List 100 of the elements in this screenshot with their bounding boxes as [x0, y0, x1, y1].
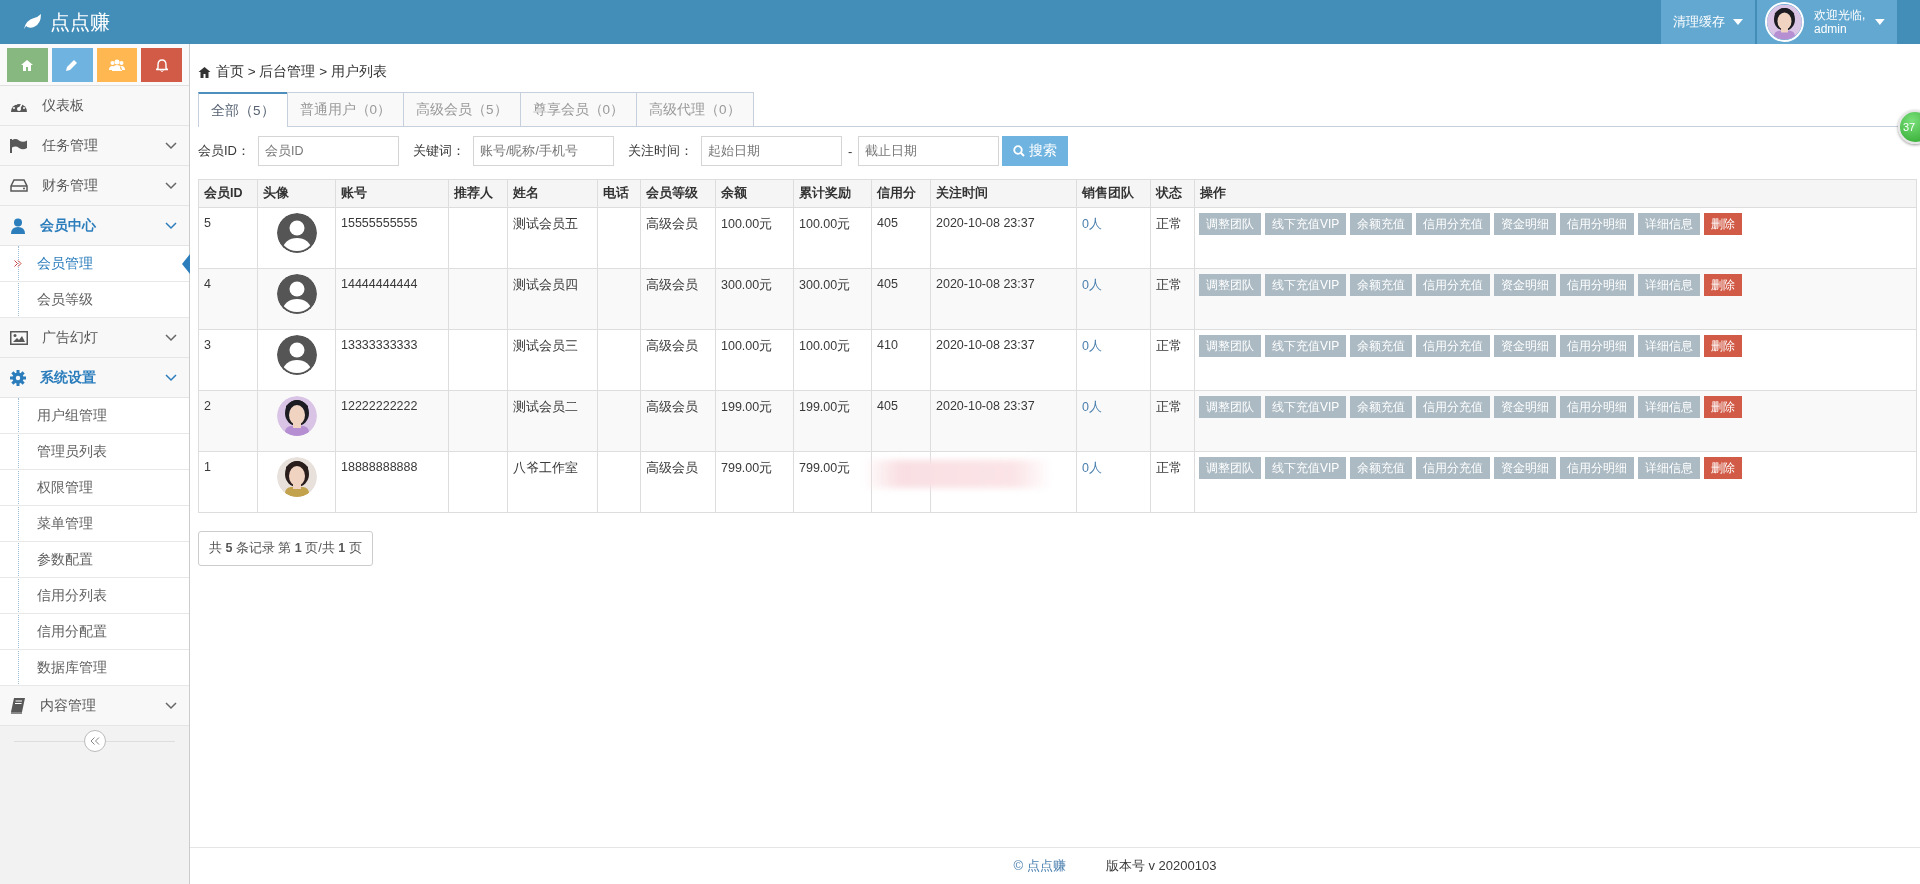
action-button[interactable]: 信用分明细: [1560, 274, 1635, 296]
image-icon: [10, 330, 28, 345]
action-button[interactable]: 信用分明细: [1560, 396, 1635, 418]
menu-item[interactable]: 内容管理: [0, 686, 189, 726]
action-button[interactable]: 调整团队: [1199, 335, 1261, 357]
action-button[interactable]: 信用分充值: [1416, 457, 1491, 479]
action-button[interactable]: 信用分充值: [1416, 213, 1491, 235]
action-button[interactable]: 线下充值VIP: [1265, 396, 1347, 418]
action-button[interactable]: 信用分明细: [1560, 213, 1635, 235]
menu-item[interactable]: 广告幻灯: [0, 318, 189, 358]
delete-button[interactable]: 删除: [1704, 457, 1743, 479]
table-cell: 100.00元: [715, 207, 794, 269]
field-label: 关注时间：: [628, 142, 693, 160]
team-count-link[interactable]: 0人: [1082, 278, 1102, 292]
action-button[interactable]: 信用分明细: [1560, 457, 1635, 479]
action-button[interactable]: 详细信息: [1638, 335, 1701, 357]
shortcut-button[interactable]: [51, 48, 93, 82]
menu-item[interactable]: 任务管理: [0, 126, 189, 166]
action-button[interactable]: 信用分充值: [1416, 274, 1491, 296]
submenu-item[interactable]: 菜单管理: [0, 506, 189, 542]
action-button[interactable]: 详细信息: [1638, 396, 1701, 418]
tab[interactable]: 普通用户（0）: [286, 92, 405, 126]
menu-item[interactable]: 财务管理: [0, 166, 189, 206]
action-button[interactable]: 资金明细: [1494, 213, 1557, 235]
table-cell: 405: [871, 268, 931, 330]
action-button[interactable]: 调整团队: [1199, 274, 1261, 296]
table-cell: 799.00元: [793, 451, 872, 513]
delete-button[interactable]: 删除: [1704, 335, 1743, 357]
caret-icon: [1875, 19, 1885, 25]
action-button[interactable]: 详细信息: [1638, 274, 1701, 296]
team-count-link[interactable]: 0人: [1082, 400, 1102, 414]
keyword-field[interactable]: 账号/昵称/手机号: [473, 136, 614, 166]
action-button[interactable]: 线下充值VIP: [1265, 457, 1347, 479]
submenu-item[interactable]: 权限管理: [0, 470, 189, 506]
start-date-field[interactable]: 起始日期: [701, 136, 842, 166]
action-button[interactable]: 信用分充值: [1416, 335, 1491, 357]
end-date-field[interactable]: 截止日期: [858, 136, 1000, 166]
tab[interactable]: 高级代理（0）: [636, 92, 754, 126]
tab[interactable]: 高级会员（5）: [403, 92, 521, 126]
user-icon: [10, 217, 26, 234]
action-button[interactable]: 余额充值: [1350, 213, 1413, 235]
action-button[interactable]: 调整团队: [1199, 396, 1261, 418]
action-button[interactable]: 余额充值: [1350, 274, 1413, 296]
action-button[interactable]: 调整团队: [1199, 213, 1261, 235]
action-button[interactable]: 资金明细: [1494, 335, 1557, 357]
clear-cache-button[interactable]: 清理缓存: [1661, 0, 1755, 44]
chevron-down-icon: [165, 141, 177, 150]
tab[interactable]: 全部（5）: [198, 92, 288, 127]
menu-item[interactable]: 会员中心: [0, 206, 189, 246]
shortcut-button[interactable]: [7, 48, 48, 82]
table-cell: 5: [198, 207, 258, 269]
delete-button[interactable]: 删除: [1704, 213, 1743, 235]
action-button[interactable]: 资金明细: [1494, 274, 1557, 296]
shortcut-button[interactable]: [141, 48, 182, 82]
action-button[interactable]: 线下充值VIP: [1265, 213, 1347, 235]
action-button[interactable]: 信用分充值: [1416, 396, 1491, 418]
submenu-item[interactable]: 用户组管理: [0, 398, 189, 434]
shortcut-button[interactable]: [96, 48, 138, 82]
team-count-link[interactable]: 0人: [1082, 339, 1102, 353]
action-button[interactable]: 余额充值: [1350, 457, 1413, 479]
menu-item[interactable]: 仪表板: [0, 86, 189, 126]
member-id-field[interactable]: 会员ID: [258, 136, 399, 166]
collapse-sidebar-button[interactable]: [83, 730, 106, 752]
team-count-link[interactable]: 0人: [1082, 461, 1102, 475]
action-button[interactable]: 线下充值VIP: [1265, 274, 1347, 296]
action-button[interactable]: 资金明细: [1494, 457, 1557, 479]
menu-item[interactable]: 系统设置: [0, 358, 189, 398]
action-button[interactable]: 信用分明细: [1560, 335, 1635, 357]
table-cell: 2020-10-08 23:37: [930, 207, 1077, 269]
delete-button[interactable]: 删除: [1704, 274, 1743, 296]
team-count-link[interactable]: 0人: [1082, 217, 1102, 231]
table-cell: 测试会员三: [507, 329, 598, 391]
column-header: 姓名: [507, 179, 598, 208]
tab[interactable]: 尊享会员（0）: [519, 92, 638, 126]
user-menu[interactable]: 欢迎光临, admin: [1757, 0, 1897, 44]
pagination-info: 共 5 条记录 第 1 页/共 1 页: [198, 531, 373, 566]
double-chevron-left-icon: [89, 737, 100, 745]
action-button[interactable]: 资金明细: [1494, 396, 1557, 418]
app-logo: 点点赚: [50, 9, 110, 35]
table-cell: 15555555555: [335, 207, 449, 269]
action-button[interactable]: 余额充值: [1350, 335, 1413, 357]
submenu-item[interactable]: 信用分配置: [0, 614, 189, 650]
action-button[interactable]: 调整团队: [1199, 457, 1261, 479]
default-avatar-icon: [276, 335, 317, 375]
submenu-item[interactable]: 管理员列表: [0, 434, 189, 470]
submenu-item[interactable]: 参数配置: [0, 542, 189, 578]
submenu-item[interactable]: 信用分列表: [0, 578, 189, 614]
table-cell: 100.00元: [793, 329, 872, 391]
action-button[interactable]: 线下充值VIP: [1265, 335, 1347, 357]
table-cell: 测试会员五: [507, 207, 598, 269]
table-cell: 2020-10-08 23:37: [930, 268, 1077, 330]
notification-badge[interactable]: 37: [1898, 110, 1920, 144]
action-button[interactable]: 详细信息: [1638, 213, 1701, 235]
action-button[interactable]: 余额充值: [1350, 396, 1413, 418]
search-button[interactable]: 搜索: [1002, 136, 1069, 166]
copyright-link[interactable]: © 点点赚: [1013, 857, 1066, 875]
delete-button[interactable]: 删除: [1704, 396, 1743, 418]
table-cell: 八爷工作室: [507, 451, 598, 513]
table-cell: 高级会员: [640, 451, 716, 513]
action-button[interactable]: 详细信息: [1638, 457, 1701, 479]
